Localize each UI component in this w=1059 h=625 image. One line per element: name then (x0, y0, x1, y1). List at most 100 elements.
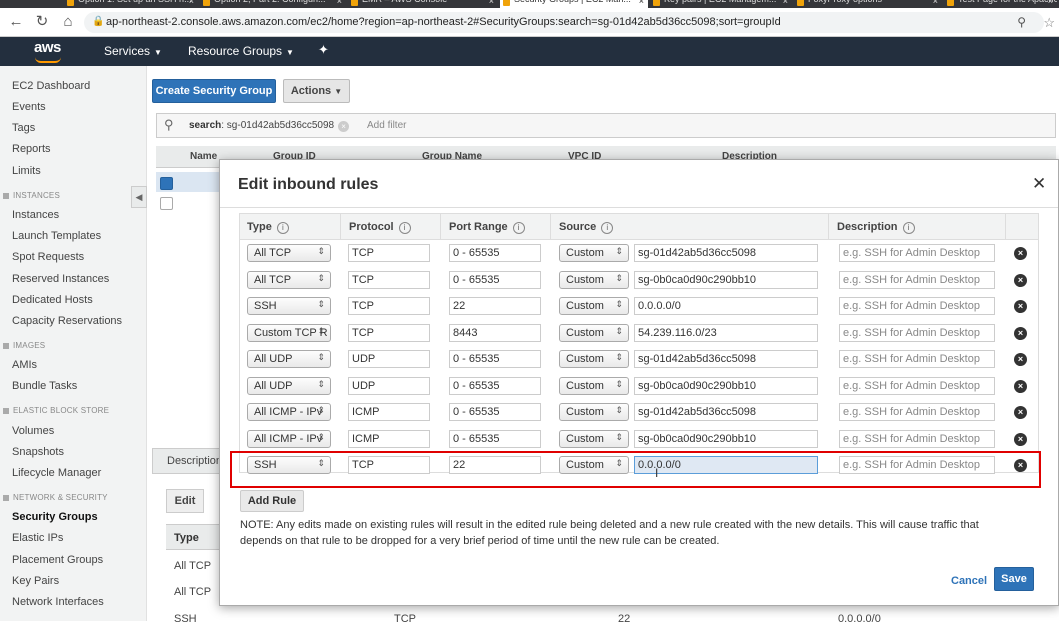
type-select[interactable]: SSH ⇕ (247, 297, 331, 315)
back-arrow-icon[interactable]: ← (6, 12, 26, 32)
source-type-select[interactable]: Custom ⇕ (559, 350, 629, 368)
remove-rule-icon[interactable]: × (1014, 247, 1027, 260)
source-input[interactable]: 0.0.0.0/0 (634, 297, 818, 315)
save-button[interactable]: Save (994, 567, 1034, 591)
close-tab-icon[interactable]: × (189, 0, 194, 6)
column-name[interactable]: Name (190, 151, 217, 162)
remove-rule-icon[interactable]: × (1014, 326, 1027, 340)
description-input[interactable]: e.g. SSH for Admin Desktop (839, 297, 995, 315)
sidebar-item-ec2-dashboard[interactable]: EC2 Dashboard (12, 80, 90, 92)
sidebar-item-reports[interactable]: Reports (12, 143, 51, 155)
close-tab-icon[interactable]: × (783, 0, 788, 6)
description-input[interactable]: e.g. SSH for Admin Desktop (839, 323, 995, 342)
browser-tab[interactable]: Option 1: Set up an SSH h...× (64, 0, 198, 8)
browser-tab[interactable]: Option 2, Part 2: Configuri... × (200, 0, 346, 8)
close-icon[interactable]: ✕ (1032, 174, 1046, 194)
reload-icon[interactable]: ↻ (32, 12, 52, 32)
source-type-select[interactable]: Custom ⇕ (559, 323, 629, 342)
browser-tab[interactable]: FoxyProxy options × (794, 0, 942, 8)
close-tab-icon[interactable]: × (337, 0, 342, 6)
remove-rule-icon[interactable]: × (1014, 432, 1027, 446)
source-type-select[interactable]: Custom ⇕ (559, 270, 629, 289)
sidebar-section-heading[interactable]: ELASTIC BLOCK STORE (3, 406, 109, 415)
sidebar-item-dedicated-hosts[interactable]: Dedicated Hosts (12, 294, 93, 306)
sidebar-item-snapshots[interactable]: Snapshots (12, 446, 64, 458)
sidebar-section-heading[interactable]: INSTANCES (3, 191, 60, 200)
type-select[interactable]: All UDP ⇕ (247, 350, 331, 368)
add-filter-placeholder[interactable]: Add filter (367, 120, 406, 131)
sidebar-item-launch-templates[interactable]: Launch Templates (12, 230, 101, 242)
sidebar-item-limits[interactable]: Limits (12, 165, 41, 177)
source-type-select[interactable]: Custom ⇕ (559, 403, 629, 421)
sidebar-item-volumes[interactable]: Volumes (12, 425, 54, 437)
type-select[interactable]: All TCP ⇕ (247, 270, 331, 289)
description-input[interactable]: e.g. SSH for Admin Desktop (839, 350, 995, 368)
remove-rule-icon[interactable]: × (1014, 406, 1027, 419)
close-tab-icon[interactable]: × (639, 0, 644, 6)
collapse-sidebar-icon[interactable]: ◀ (131, 186, 147, 208)
services-menu[interactable]: Services ▼ (104, 44, 162, 58)
source-input[interactable]: sg-01d42ab5d36cc5098 (634, 403, 818, 421)
browser-tab[interactable]: EMR – AWS Console × (348, 0, 498, 8)
remove-rule-icon[interactable]: × (1014, 273, 1027, 287)
type-select[interactable]: All ICMP - IPv ⇕ (247, 403, 331, 421)
sidebar-item-capacity-reservations[interactable]: Capacity Reservations (12, 315, 122, 327)
browser-tab[interactable]: Key pairs | EC2 Managem... × (650, 0, 792, 8)
info-icon[interactable]: i (276, 222, 289, 234)
sidebar-item-key-pairs[interactable]: Key Pairs (12, 575, 59, 587)
search-token[interactable]: search: sg-01d42ab5d36cc5098 × (189, 120, 350, 132)
zoom-icon[interactable]: ⚲ (1017, 15, 1026, 29)
actions-button[interactable]: Actions ▼ (283, 79, 350, 103)
url-bar[interactable]: 🔒 ap-northeast-2.console.aws.amazon.com/… (84, 12, 1044, 33)
bookmark-star-icon[interactable]: ☆ (1043, 15, 1055, 31)
browser-tab[interactable]: Security Groups | EC2 Man... × (500, 0, 648, 8)
remove-rule-icon[interactable]: × (1014, 379, 1027, 393)
type-select[interactable]: Custom TCP R ⇕ (247, 323, 331, 342)
source-type-select[interactable]: Custom ⇕ (559, 429, 629, 448)
tab-description[interactable]: Description (152, 448, 222, 474)
type-select[interactable]: All UDP ⇕ (247, 376, 331, 395)
source-input[interactable]: sg-01d42ab5d36cc5098 (634, 350, 818, 368)
type-select[interactable]: All TCP ⇕ (247, 244, 331, 262)
info-icon[interactable]: i (398, 222, 411, 234)
create-security-group-button[interactable]: Create Security Group (152, 79, 276, 103)
sidebar-item-lifecycle-manager[interactable]: Lifecycle Manager (12, 467, 101, 479)
home-icon[interactable]: ⌂ (58, 12, 78, 32)
info-icon[interactable]: i (512, 222, 525, 234)
sidebar-item-reserved-instances[interactable]: Reserved Instances (12, 273, 109, 285)
info-icon[interactable]: i (601, 222, 614, 234)
sidebar-item-placement-groups[interactable]: Placement Groups (12, 554, 103, 566)
sidebar-item-spot-requests[interactable]: Spot Requests (12, 251, 84, 263)
sidebar-item-network-interfaces[interactable]: Network Interfaces (12, 596, 104, 608)
sidebar-item-amis[interactable]: AMIs (12, 359, 37, 371)
remove-rule-icon[interactable]: × (1014, 353, 1027, 366)
filter-bar[interactable]: ⚲ search: sg-01d42ab5d36cc5098 × Add filt… (156, 113, 1056, 138)
description-input[interactable]: e.g. SSH for Admin Desktop (839, 376, 995, 395)
source-input[interactable]: sg-0b0ca0d90c290bb10 (634, 270, 818, 289)
edit-button[interactable]: Edit (166, 489, 204, 513)
close-tab-icon[interactable]: × (933, 0, 938, 6)
source-type-select[interactable]: Custom ⇕ (559, 297, 629, 315)
description-input[interactable]: e.g. SSH for Admin Desktop (839, 429, 995, 448)
source-input[interactable]: sg-01d42ab5d36cc5098 (634, 244, 818, 262)
sidebar-item-events[interactable]: Events (12, 101, 46, 113)
remove-token-icon[interactable]: × (338, 121, 350, 132)
sidebar-section-heading[interactable]: IMAGES (3, 341, 45, 350)
sidebar-item-instances[interactable]: Instances (12, 209, 59, 221)
sidebar-item-tags[interactable]: Tags (12, 122, 35, 134)
source-type-select[interactable]: Custom ⇕ (559, 244, 629, 262)
resource-groups-menu[interactable]: Resource Groups ▼ (188, 44, 294, 58)
row-checkbox[interactable] (160, 197, 173, 210)
type-select[interactable]: All ICMP - IPv ⇕ (247, 429, 331, 448)
source-type-select[interactable]: Custom ⇕ (559, 376, 629, 395)
pin-icon[interactable]: ✦ (318, 42, 329, 58)
sidebar-item-bundle-tasks[interactable]: Bundle Tasks (12, 380, 77, 392)
description-input[interactable]: e.g. SSH for Admin Desktop (839, 270, 995, 289)
info-icon[interactable]: i (902, 222, 915, 234)
browser-tab[interactable]: Test Page for the Apache× (944, 0, 1057, 8)
add-rule-button[interactable]: Add Rule (240, 490, 304, 512)
description-input[interactable]: e.g. SSH for Admin Desktop (839, 403, 995, 421)
aws-logo[interactable]: aws (34, 39, 61, 63)
sidebar-section-heading[interactable]: NETWORK & SECURITY (3, 493, 108, 502)
source-input[interactable]: 54.239.116.0/23 (634, 323, 818, 342)
